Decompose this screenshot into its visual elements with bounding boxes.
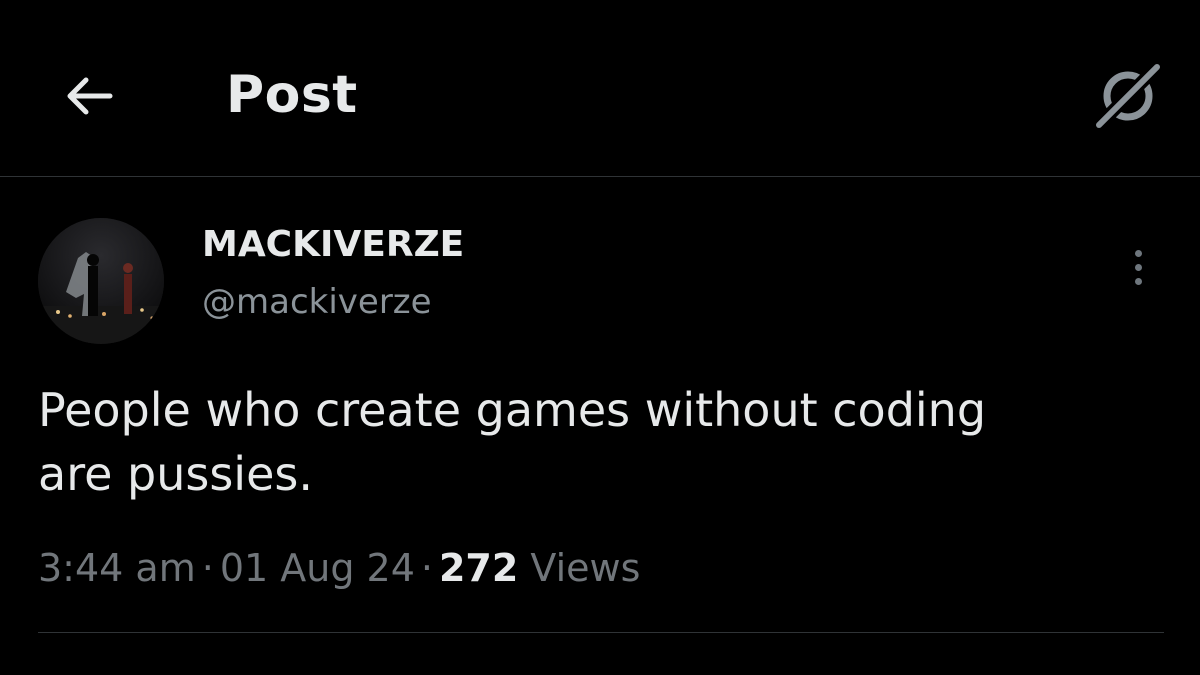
meta-separator: ·: [420, 546, 433, 590]
grok-button[interactable]: [1086, 54, 1170, 138]
content-divider: [38, 632, 1164, 633]
meta-separator: ·: [201, 546, 214, 590]
page-title: Post: [226, 65, 358, 125]
more-vertical-icon-dot: [1134, 263, 1142, 271]
author-display-name[interactable]: MACKIVERZE: [202, 222, 464, 268]
header-divider: [0, 176, 1200, 177]
avatar[interactable]: [38, 218, 164, 344]
top-bar: Post: [0, 0, 1200, 177]
avatar-image: [38, 218, 164, 344]
grok-icon: [1090, 58, 1166, 134]
post-metadata: 3:44 am · 01 Aug 24 · 272 Views: [38, 542, 640, 594]
arrow-left-icon: [67, 77, 113, 115]
post-date[interactable]: 01 Aug 24: [220, 546, 415, 590]
post-text: People who create games without coding a…: [38, 383, 987, 501]
more-options-button[interactable]: [1116, 242, 1160, 292]
views-count[interactable]: 272: [439, 546, 518, 590]
author-handle[interactable]: @mackiverze: [202, 280, 432, 324]
more-vertical-icon-dot: [1134, 277, 1142, 285]
views-label[interactable]: Views: [530, 546, 640, 590]
post-time[interactable]: 3:44 am: [38, 546, 196, 590]
more-vertical-icon: [1134, 249, 1142, 257]
back-button[interactable]: [52, 60, 124, 132]
